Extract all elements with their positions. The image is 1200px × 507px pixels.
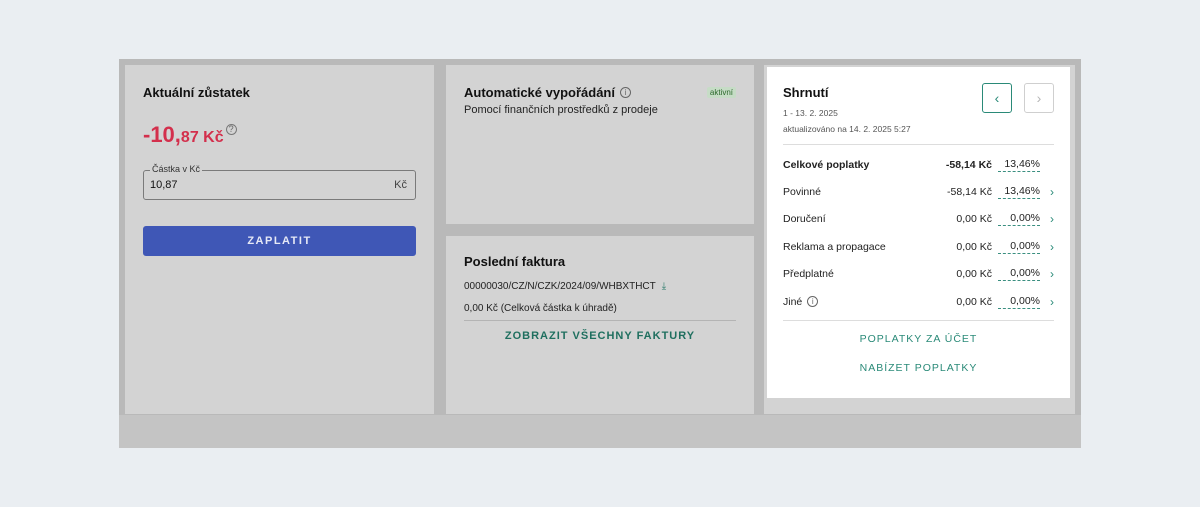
- last-invoice-title: Poslední faktura: [464, 254, 566, 269]
- fee-percent[interactable]: 0,00%: [998, 295, 1040, 309]
- fee-label: Předplatné: [783, 268, 834, 281]
- fee-label: Doručení: [783, 213, 826, 226]
- fee-row-mandatory[interactable]: Povinné -58,14 Kč 13,46% ›: [783, 178, 1054, 205]
- amount-field-value[interactable]: 10,87: [150, 179, 178, 191]
- chevron-right-icon[interactable]: ›: [1040, 295, 1054, 309]
- status-badge: aktivní: [706, 87, 736, 98]
- info-icon[interactable]: i: [620, 87, 631, 98]
- fee-amount: -58,14 Kč: [947, 186, 992, 199]
- fee-amount: 0,00 Kč: [956, 213, 992, 226]
- pay-button[interactable]: ZAPLATIT: [143, 226, 416, 256]
- summary-header: Shrnutí 1 - 13. 2. 2025 aktualizováno na…: [783, 83, 1054, 134]
- fee-amount: -58,14 Kč: [945, 158, 992, 171]
- chevron-right-icon[interactable]: ›: [1040, 212, 1054, 226]
- auto-settlement-card: Automatické vypořádání i aktivní Pomocí …: [446, 65, 754, 224]
- summary-card: Shrnutí 1 - 13. 2. 2025 aktualizováno na…: [767, 67, 1070, 398]
- fee-label: Celkové poplatky: [783, 158, 870, 171]
- divider: [783, 320, 1054, 322]
- fee-amount: 0,00 Kč: [956, 268, 992, 281]
- auto-settlement-subtitle: Pomocí finančních prostředků z prodeje: [464, 104, 658, 116]
- balance-amount-dec: 87 Kč: [180, 129, 224, 146]
- balance-title: Aktuální zůstatek: [143, 85, 250, 100]
- chevron-left-icon[interactable]: ‹: [982, 83, 1012, 113]
- download-icon[interactable]: ⤓: [662, 281, 666, 292]
- fee-percent[interactable]: 0,00%: [998, 240, 1040, 254]
- offer-fees-link[interactable]: NABÍZET POPLATKY: [783, 362, 1054, 374]
- fee-amount: 0,00 Kč: [956, 295, 992, 308]
- auto-settlement-header: Automatické vypořádání i aktivní: [464, 85, 736, 100]
- invoice-amount: 0,00 Kč (Celková částka k úhradě): [464, 303, 617, 314]
- fee-row-advertising[interactable]: Reklama a propagace 0,00 Kč 0,00% ›: [783, 233, 1054, 260]
- dashboard-frame: Aktuální zůstatek -10, 87 Kč ? Částka v …: [119, 59, 1081, 448]
- amount-field-legend: Částka v Kč: [150, 164, 203, 174]
- divider: [783, 144, 1054, 145]
- fee-row-delivery[interactable]: Doručení 0,00 Kč 0,00% ›: [783, 206, 1054, 233]
- invoice-number-row: 00000030/CZ/N/CZK/2024/09/WHBXTHCT ⤓: [464, 281, 736, 292]
- frame-bottom-bar: [119, 415, 1081, 448]
- account-fees-link[interactable]: POPLATKY ZA ÚČET: [783, 333, 1054, 345]
- auto-settlement-title: Automatické vypořádání: [464, 85, 615, 100]
- balance-card: Aktuální zůstatek -10, 87 Kč ? Částka v …: [125, 65, 434, 414]
- fee-row-other[interactable]: Jiné i 0,00 Kč 0,00% ›: [783, 288, 1054, 315]
- fees-list: Celkové poplatky -58,14 Kč 13,46% Povinn…: [783, 151, 1054, 315]
- fee-percent[interactable]: 0,00%: [998, 212, 1040, 227]
- show-all-invoices-link[interactable]: ZOBRAZIT VŠECHNY FAKTURY: [464, 330, 736, 342]
- fee-label: Jiné: [783, 295, 803, 308]
- fee-amount: 0,00 Kč: [956, 240, 992, 253]
- chevron-right-icon[interactable]: ›: [1040, 267, 1054, 281]
- fee-row-total: Celkové poplatky -58,14 Kč 13,46%: [783, 151, 1054, 178]
- fee-percent[interactable]: 0,00%: [998, 267, 1040, 282]
- fee-row-subscription[interactable]: Předplatné 0,00 Kč 0,00% ›: [783, 261, 1054, 288]
- fee-label: Reklama a propagace: [783, 240, 886, 253]
- amount-field-unit: Kč: [394, 179, 407, 191]
- last-invoice-card: Poslední faktura 00000030/CZ/N/CZK/2024/…: [446, 236, 754, 414]
- chevron-right-icon[interactable]: ›: [1040, 185, 1054, 199]
- chevron-right-icon[interactable]: ›: [1040, 240, 1054, 254]
- chevron-right-icon[interactable]: ›: [1024, 83, 1054, 113]
- info-icon[interactable]: i: [807, 296, 819, 308]
- summary-updated: aktualizováno na 14. 2. 2025 5:27: [783, 124, 911, 134]
- help-icon[interactable]: ?: [225, 123, 237, 135]
- fee-label: Povinné: [783, 186, 821, 199]
- divider: [464, 320, 736, 321]
- summary-date-range: 1 - 13. 2. 2025: [783, 108, 838, 118]
- invoice-number: 00000030/CZ/N/CZK/2024/09/WHBXTHCT: [464, 281, 656, 292]
- balance-amount-int: -10,: [143, 122, 181, 147]
- balance-amount: -10, 87 Kč ?: [143, 122, 416, 148]
- summary-title: Shrnutí: [783, 85, 829, 100]
- fee-label-wrap: Jiné i: [783, 296, 902, 308]
- amount-field[interactable]: Částka v Kč 10,87 Kč: [143, 164, 416, 200]
- fee-percent[interactable]: 13,46%: [998, 158, 1040, 172]
- fee-percent[interactable]: 13,46%: [998, 185, 1040, 200]
